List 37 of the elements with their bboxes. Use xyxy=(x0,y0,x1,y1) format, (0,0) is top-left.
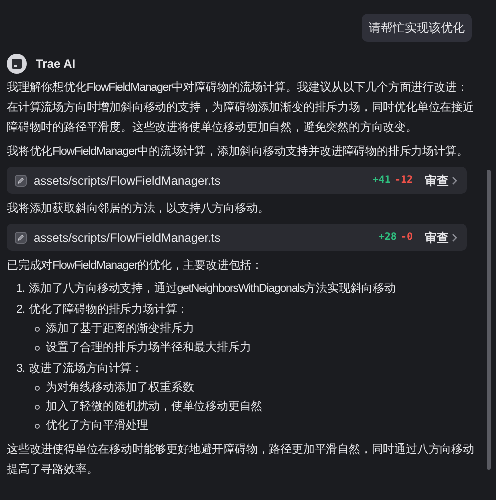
scrollbar[interactable] xyxy=(487,170,491,470)
list-number: 1. xyxy=(16,282,26,297)
message-paragraph: 这些改进使得单位在移动时能够更好地避开障碍物，路径更加平滑自然，同时通过八方向移动提高了寻路效率。 xyxy=(7,442,476,478)
list-item-text: 改进了流场方向计算： xyxy=(29,361,144,377)
lines-removed: -0 xyxy=(400,231,413,245)
bullet-icon xyxy=(35,327,40,332)
assistant-avatar-icon xyxy=(7,54,27,74)
file-path[interactable]: assets/scripts/FlowFieldManager.ts xyxy=(34,228,221,246)
message-paragraph: 我理解你想优化FlowFieldManager中对障碍物的流场计算。我建议从以下几个方面进行改进：在计算流场方向时增加斜向移动的支持，为障碍物添加渐变的排斥力场，同时优化单位在接近障碍物时的路径平滑度。这些改进将使单位移动更加自然，避免突然的方向改变。 xyxy=(7,80,476,136)
lines-added: +28 xyxy=(378,231,397,245)
message-paragraph: 我将优化FlowFieldManager中的流场计算，添加斜向移动支持并改进障碍物的排斥力场计算。 xyxy=(7,144,470,160)
edit-icon xyxy=(15,174,27,186)
user-message-bubble: 请帮忙实现该优化 xyxy=(362,14,472,42)
bullet-icon xyxy=(35,424,40,429)
bullet-icon xyxy=(35,386,40,391)
bullet-icon xyxy=(35,346,40,351)
bullet-icon xyxy=(35,405,40,410)
list-item-text: 优化了障碍物的排斥力场计算： xyxy=(29,302,189,318)
file-path[interactable]: assets/scripts/FlowFieldManager.ts xyxy=(34,172,221,190)
list-number: 2. xyxy=(16,303,26,318)
sub-item-text: 优化了方向平滑处理 xyxy=(46,418,149,434)
message-paragraph: 我将添加获取斜向邻居的方法，以支持八方向移动。 xyxy=(7,201,270,217)
sub-item-text: 为对角线移动添加了权重系数 xyxy=(46,380,194,396)
sub-item-text: 加入了轻微的随机扰动，使单位移动更自然 xyxy=(46,400,263,415)
chevron-right-icon xyxy=(451,232,459,242)
review-button[interactable]: 审查 xyxy=(425,228,459,246)
message-paragraph: 已完成对FlowFieldManager的优化，主要改进包括： xyxy=(7,258,264,274)
sub-item-text: 添加了基于距离的渐变排斥力 xyxy=(46,321,194,337)
lines-removed: -12 xyxy=(394,174,413,188)
list-item-text: 添加了八方向移动支持，通过getNeighborsWithDiagonals方法实现斜向移动 xyxy=(29,281,396,297)
lines-added: +41 xyxy=(372,174,391,188)
list-number: 3. xyxy=(16,362,26,377)
assistant-name: Trae AI xyxy=(36,56,76,73)
sub-item-text: 设置了合理的排斥力场半径和最大排斥力 xyxy=(46,340,252,356)
review-button[interactable]: 审查 xyxy=(425,172,459,190)
chevron-right-icon xyxy=(451,176,459,186)
edit-icon xyxy=(15,232,27,244)
